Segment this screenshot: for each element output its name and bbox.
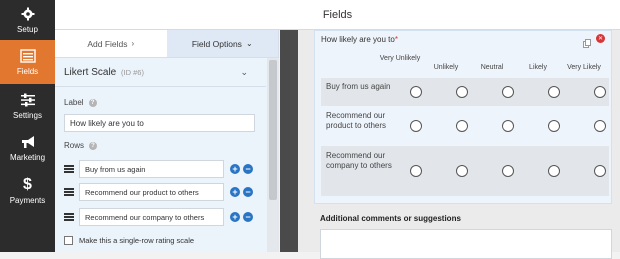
radio-option[interactable] — [502, 120, 514, 132]
nav-payments-label: Payments — [9, 196, 46, 205]
field-title: Likert Scale (ID #6) — [64, 67, 144, 78]
gear-icon — [20, 6, 36, 22]
duplicate-icon[interactable] — [583, 35, 591, 48]
top-header: Fields — [55, 0, 620, 30]
radio-option[interactable] — [548, 86, 560, 98]
column-header: Very Likely — [567, 64, 601, 71]
radio-option[interactable] — [502, 165, 514, 177]
add-row-icon[interactable]: + — [230, 212, 240, 222]
remove-row-icon[interactable]: − — [243, 212, 253, 222]
remove-row-icon[interactable]: − — [243, 164, 253, 174]
column-header: Very Unlikely — [379, 55, 421, 62]
drag-handle-icon[interactable] — [64, 165, 74, 173]
likert-row: Recommend our product to others — [321, 106, 609, 146]
tab-add-fields[interactable]: Add Fields › — [55, 30, 167, 57]
column-header: Likely — [529, 64, 547, 71]
add-row-icon[interactable]: + — [230, 187, 240, 197]
collapse-chevron-icon[interactable]: ⌄ — [240, 67, 248, 78]
radio-option[interactable] — [456, 120, 468, 132]
row-option: Buy from us again + − — [64, 160, 264, 178]
nav-fields[interactable]: Fields — [0, 40, 55, 84]
radio-option[interactable] — [502, 86, 514, 98]
radio-option[interactable] — [548, 120, 560, 132]
radio-option[interactable] — [594, 86, 606, 98]
row-label: Buy from us again — [326, 82, 391, 91]
comments-textarea[interactable] — [320, 229, 612, 259]
row-input[interactable]: Recommend our company to others — [79, 208, 224, 226]
nav-settings-label: Settings — [13, 110, 42, 120]
radio-option[interactable] — [456, 165, 468, 177]
question-text: How likely are you to — [321, 35, 395, 44]
main-nav: Setup Fields Settings Marketing $ Paymen… — [0, 0, 55, 252]
chevron-down-icon: ⌄ — [245, 39, 253, 48]
nav-settings[interactable]: Settings — [0, 84, 55, 127]
help-icon[interactable]: ? — [89, 141, 98, 150]
nav-marketing[interactable]: Marketing — [0, 127, 55, 169]
row-label: Recommend our company to others — [326, 151, 392, 170]
column-header: Unlikely — [433, 64, 459, 71]
radio-option[interactable] — [410, 120, 422, 132]
row-option: Recommend our company to others + − — [64, 208, 264, 226]
tab-field-options[interactable]: Field Options ⌄ — [166, 30, 278, 57]
row-label: Recommend our product to others — [326, 111, 387, 130]
field-options-panel: Add Fields › Field Options ⌄ Likert Scal… — [55, 30, 279, 252]
label-heading: Label ? — [55, 98, 97, 107]
single-row-label: Make this a single-row rating scale — [79, 236, 195, 245]
nav-setup[interactable]: Setup — [0, 0, 55, 40]
panel-scrollbar-thumb[interactable] — [269, 60, 277, 200]
radio-option[interactable] — [594, 165, 606, 177]
row-option: Recommend our product to others + − — [64, 183, 264, 201]
single-row-option[interactable]: Make this a single-row rating scale — [64, 236, 194, 245]
panel-splitter — [280, 30, 298, 252]
chevron-right-icon: › — [131, 39, 135, 48]
field-id: (ID #6) — [121, 67, 144, 77]
radio-option[interactable] — [410, 86, 422, 98]
remove-row-icon[interactable]: − — [243, 187, 253, 197]
radio-option[interactable] — [594, 120, 606, 132]
field-name: Likert Scale — [64, 66, 117, 78]
help-icon[interactable]: ? — [88, 98, 97, 107]
megaphone-icon — [20, 134, 36, 150]
field-question: How likely are you to* — [321, 35, 398, 44]
panel-tabs: Add Fields › Field Options ⌄ — [55, 30, 278, 58]
rows-heading: Rows ? — [55, 141, 98, 150]
required-mark: * — [394, 35, 398, 44]
add-row-icon[interactable]: + — [230, 164, 240, 174]
label-input[interactable]: How likely are you to — [64, 114, 255, 132]
nav-fields-label: Fields — [16, 67, 39, 76]
column-header: Neutral — [480, 64, 504, 71]
drag-handle-icon[interactable] — [64, 188, 74, 196]
nav-setup-label: Setup — [17, 25, 38, 34]
sliders-icon — [20, 92, 36, 108]
page-title: Fields — [322, 9, 353, 21]
nav-payments[interactable]: $ Payments — [0, 169, 55, 213]
list-icon — [19, 48, 36, 64]
likert-field-card[interactable]: How likely are you to* ✕ Very Unlikely U… — [314, 30, 612, 204]
row-input[interactable]: Recommend our product to others — [79, 183, 224, 201]
radio-option[interactable] — [456, 86, 468, 98]
likert-row: Buy from us again — [321, 78, 609, 106]
single-row-checkbox[interactable] — [64, 236, 73, 245]
radio-option[interactable] — [548, 165, 560, 177]
comments-label: Additional comments or suggestions — [320, 214, 461, 223]
field-section-header[interactable]: Likert Scale (ID #6) ⌄ — [55, 58, 266, 87]
tab-field-options-label: Field Options — [191, 38, 242, 49]
likert-row: Recommend our company to others — [321, 146, 609, 196]
rows-heading-text: Rows — [64, 141, 85, 150]
tab-add-fields-label: Add Fields — [87, 38, 128, 49]
row-input[interactable]: Buy from us again — [79, 160, 224, 178]
drag-handle-icon[interactable] — [64, 213, 74, 221]
dollar-icon: $ — [23, 176, 32, 193]
radio-option[interactable] — [410, 165, 422, 177]
nav-marketing-label: Marketing — [9, 153, 46, 162]
delete-icon[interactable]: ✕ — [596, 34, 605, 43]
label-heading-text: Label — [64, 98, 84, 107]
